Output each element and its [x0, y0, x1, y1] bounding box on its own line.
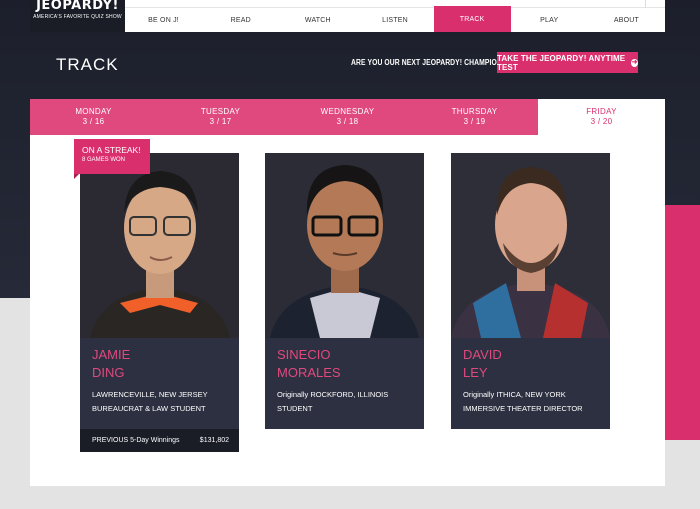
tab-monday[interactable]: MONDAY 3 / 16 — [30, 99, 157, 135]
nav-top-strip — [125, 0, 665, 8]
tab-tuesday[interactable]: TUESDAY 3 / 17 — [157, 99, 284, 135]
tab-wednesday[interactable]: WEDNESDAY 3 / 18 — [284, 99, 411, 135]
contestant-last-name: LEY — [463, 365, 488, 380]
nav-watch[interactable]: WATCH — [279, 8, 356, 32]
winnings-bar: PREVIOUS 5-Day Winnings $131,802 — [80, 429, 239, 452]
contestant-photo — [80, 153, 239, 338]
contestant-last-name: MORALES — [277, 365, 341, 380]
contestant-first-name: DAVID — [463, 347, 502, 362]
contestant-last-name: DING — [92, 365, 125, 380]
contestant-occupation: STUDENT — [277, 404, 313, 413]
contestant-card-sinecio[interactable]: SINECIO MORALES Originally ROCKFORD, ILL… — [265, 153, 424, 429]
nav-play[interactable]: PLAY — [511, 8, 588, 32]
contestant-occupation: BUREAUCRAT & LAW STUDENT — [92, 404, 206, 413]
main-nav: BE ON J! READ WATCH LISTEN TRACK PLAY AB… — [125, 6, 665, 32]
jeopardy-logo[interactable]: JEOPARDY! AMERICA'S FAVORITE QUIZ SHOW — [30, 0, 125, 32]
contestant-card-david[interactable]: DAVID LEY Originally ITHICA, NEW YORK IM… — [451, 153, 610, 429]
contestant-occupation: IMMERSIVE THEATER DIRECTOR — [463, 404, 583, 413]
streak-games: 8 GAMES WON — [82, 157, 126, 163]
contestant-hometown: Originally ROCKFORD, ILLINOIS — [277, 390, 389, 399]
nav-be-on-j[interactable]: BE ON J! — [125, 8, 202, 32]
nav-track[interactable]: TRACK — [433, 6, 511, 32]
day-tabs: MONDAY 3 / 16 TUESDAY 3 / 17 WEDNESDAY 3 / … — [30, 99, 665, 135]
contestant-hometown: Originally ITHICA, NEW YORK — [463, 390, 566, 399]
streak-badge: ON A STREAK! 8 GAMES WON — [74, 139, 150, 179]
contestant-photo — [451, 153, 610, 338]
champion-prompt: ARE YOU OUR NEXT JEOPARDY! CHAMPION? — [351, 58, 507, 67]
anytime-test-label: TAKE THE JEOPARDY! ANYTIME TEST — [497, 53, 626, 72]
nav-read[interactable]: READ — [202, 8, 279, 32]
tab-thursday[interactable]: THURSDAY 3 / 19 — [411, 99, 538, 135]
nav-listen[interactable]: LISTEN — [356, 8, 433, 32]
decorative-pink-bar — [665, 205, 700, 440]
contestant-first-name: JAMIE — [92, 347, 131, 362]
contestant-photo — [265, 153, 424, 338]
contestant-hometown: LAWRENCEVILLE, NEW JERSEY — [92, 390, 208, 399]
winnings-label: PREVIOUS 5-Day Winnings — [92, 437, 180, 444]
nav-about[interactable]: ABOUT — [588, 8, 665, 32]
logo-subtitle: AMERICA'S FAVORITE QUIZ SHOW — [33, 14, 122, 20]
contestant-card-jamie[interactable]: JAMIE DING LAWRENCEVILLE, NEW JERSEY BUR… — [80, 153, 239, 452]
anytime-test-button[interactable]: TAKE THE JEOPARDY! ANYTIME TEST ➜ — [497, 52, 638, 73]
tab-friday[interactable]: FRIDAY 3 / 20 — [538, 99, 665, 135]
streak-label: ON A STREAK! — [82, 145, 141, 155]
contestant-first-name: SINECIO — [277, 347, 331, 362]
winnings-amount: $131,802 — [199, 437, 229, 444]
logo-title: JEOPARDY! — [36, 0, 119, 13]
arrow-right-icon: ➜ — [631, 58, 638, 67]
page-title: TRACK — [56, 55, 119, 74]
